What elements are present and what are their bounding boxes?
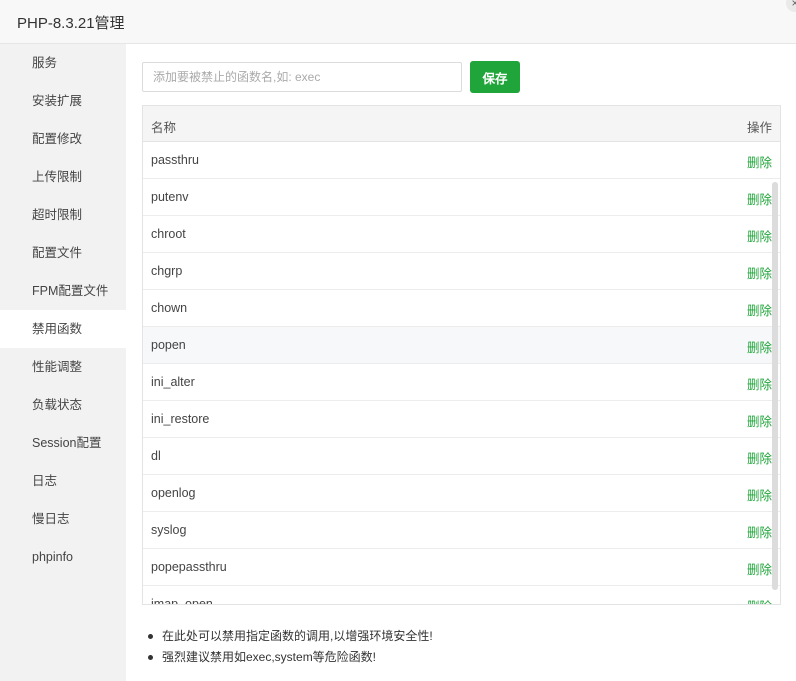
table-row: syslog 删除 (143, 512, 780, 549)
sidebar-item-log[interactable]: 日志 (0, 462, 126, 500)
disabled-functions-table: 名称 操作 passthru 删除 putenv 删除 chroot 删除 ch… (142, 105, 781, 605)
function-name: ini_alter (151, 375, 195, 389)
function-name: imap_open (151, 597, 213, 604)
function-name: popen (151, 338, 186, 352)
table-row: putenv 删除 (143, 179, 780, 216)
function-name: dl (151, 449, 161, 463)
table-body[interactable]: passthru 删除 putenv 删除 chroot 删除 chgrp 删除… (143, 142, 780, 604)
delete-button[interactable]: 删除 (747, 152, 772, 171)
table-row: chown 删除 (143, 290, 780, 327)
tip-item: 在此处可以禁用指定函数的调用,以增强环境安全性! (148, 626, 433, 647)
delete-button[interactable]: 删除 (747, 448, 772, 467)
function-name: chgrp (151, 264, 183, 278)
column-header-name: 名称 (151, 121, 177, 135)
sidebar-item-upload-limit[interactable]: 上传限制 (0, 158, 126, 196)
save-button[interactable]: 保存 (470, 61, 520, 93)
sidebar-item-install-extensions[interactable]: 安装扩展 (0, 82, 126, 120)
sidebar-item-disabled-functions[interactable]: 禁用函数 (0, 310, 126, 348)
function-name: popepassthru (151, 560, 227, 574)
tips-list: 在此处可以禁用指定函数的调用,以增强环境安全性! 强烈建议禁用如exec,sys… (148, 626, 433, 668)
delete-button[interactable]: 删除 (747, 411, 772, 430)
sidebar-item-config-edit[interactable]: 配置修改 (0, 120, 126, 158)
table-row: imap_open 删除 (143, 586, 780, 604)
sidebar-item-timeout-limit[interactable]: 超时限制 (0, 196, 126, 234)
window-title: PHP-8.3.21管理 (17, 15, 125, 32)
function-name: ini_restore (151, 412, 210, 426)
table-row: popen 删除 (143, 327, 780, 364)
table-row: chroot 删除 (143, 216, 780, 253)
delete-button[interactable]: 删除 (747, 263, 772, 282)
delete-button[interactable]: 删除 (747, 189, 772, 208)
delete-button[interactable]: 删除 (747, 374, 772, 393)
sidebar-item-config-file[interactable]: 配置文件 (0, 234, 126, 272)
sidebar: 服务 安装扩展 配置修改 上传限制 超时限制 配置文件 FPM配置文件 禁用函数… (0, 44, 126, 681)
table-row: ini_alter 删除 (143, 364, 780, 401)
function-name: passthru (151, 153, 199, 167)
table-row: dl 删除 (143, 438, 780, 475)
table-scrollbar[interactable] (772, 182, 778, 590)
function-name: openlog (151, 486, 196, 500)
sidebar-item-load-status[interactable]: 负载状态 (0, 386, 126, 424)
function-name: chown (151, 301, 188, 315)
table-row: chgrp 删除 (143, 253, 780, 290)
delete-button[interactable]: 删除 (747, 522, 772, 541)
sidebar-item-fpm-config[interactable]: FPM配置文件 (0, 272, 126, 310)
sidebar-item-service[interactable]: 服务 (0, 44, 126, 82)
function-name: chroot (151, 227, 186, 241)
table-row: ini_restore 删除 (143, 401, 780, 438)
delete-button[interactable]: 删除 (747, 559, 772, 578)
function-name: syslog (151, 523, 187, 537)
delete-button[interactable]: 删除 (747, 337, 772, 356)
table-row: passthru 删除 (143, 142, 780, 179)
scrollbar-thumb[interactable] (772, 182, 778, 590)
column-header-operation: 操作 (746, 121, 772, 135)
delete-button[interactable]: 删除 (747, 596, 772, 604)
table-header: 名称 操作 (143, 106, 780, 142)
main-panel: 保存 名称 操作 passthru 删除 putenv 删除 chroot 删除 (126, 44, 796, 681)
table-row: openlog 删除 (143, 475, 780, 512)
title-bar: PHP-8.3.21管理 (0, 0, 796, 44)
tip-item: 强烈建议禁用如exec,system等危险函数! (148, 647, 433, 668)
delete-button[interactable]: 删除 (747, 226, 772, 245)
delete-button[interactable]: 删除 (747, 300, 772, 319)
function-name-input[interactable] (142, 62, 462, 92)
delete-button[interactable]: 删除 (747, 485, 772, 504)
sidebar-item-phpinfo[interactable]: phpinfo (0, 538, 126, 576)
table-row: popepassthru 删除 (143, 549, 780, 586)
sidebar-item-session-config[interactable]: Session配置 (0, 424, 126, 462)
sidebar-item-performance[interactable]: 性能调整 (0, 348, 126, 386)
php-manager-window: PHP-8.3.21管理 × 服务 安装扩展 配置修改 上传限制 超时限制 配置… (0, 0, 796, 681)
function-name: putenv (151, 190, 189, 204)
sidebar-item-slow-log[interactable]: 慢日志 (0, 500, 126, 538)
